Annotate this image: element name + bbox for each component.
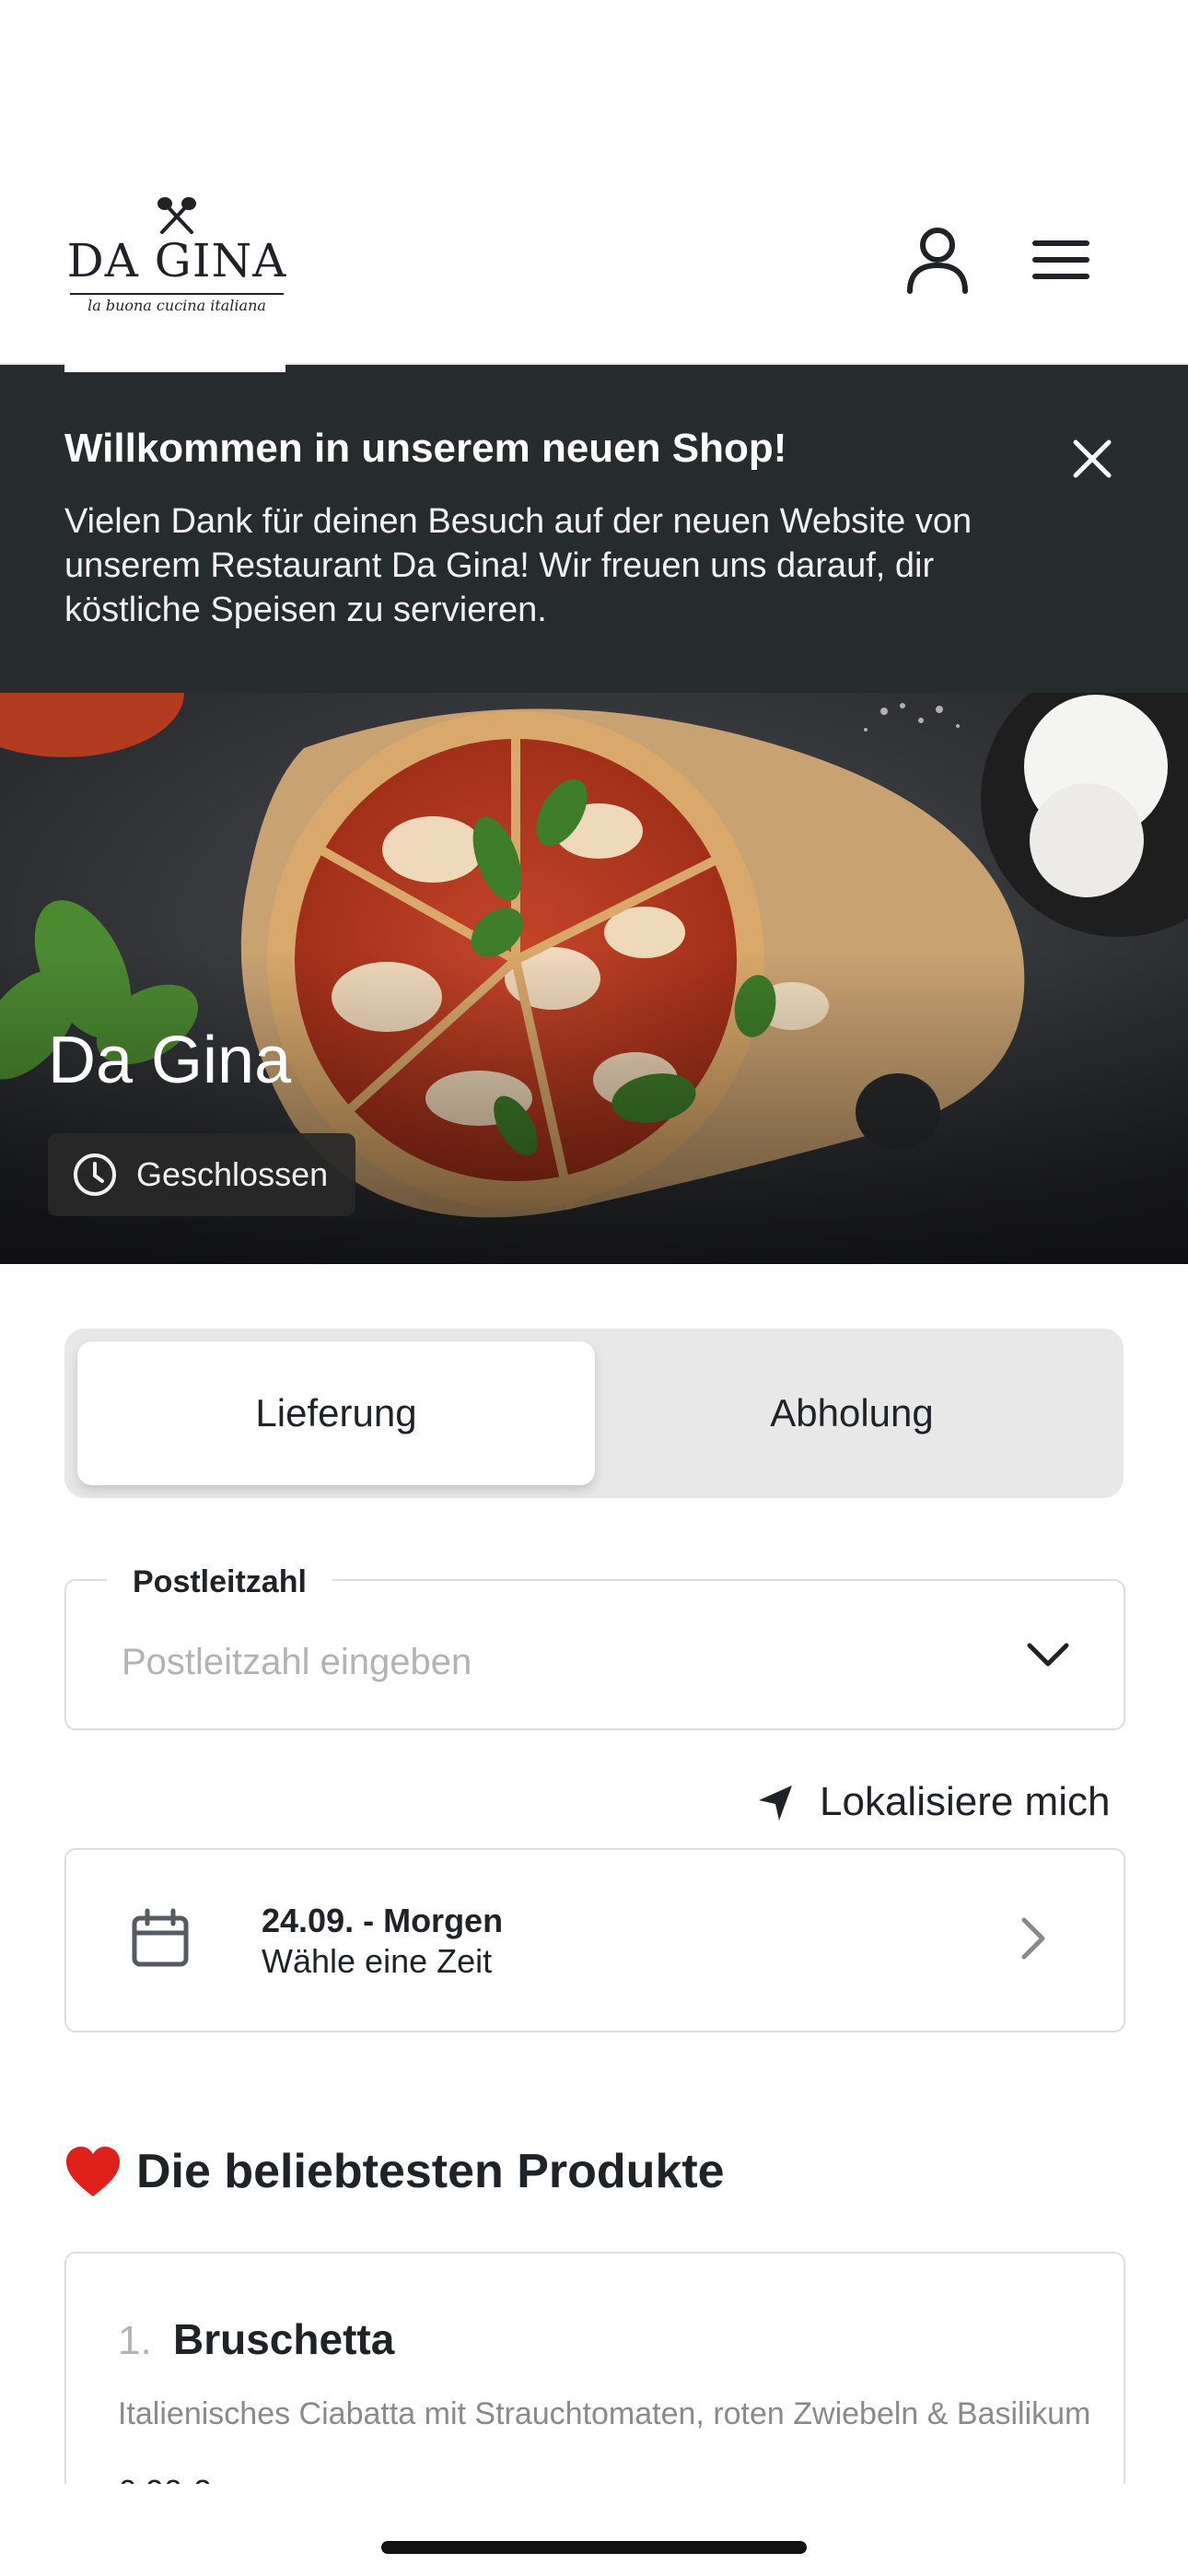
opening-status-label: Geschlossen [136,1155,329,1193]
order-mode-toggle: Lieferung Abholung [64,1329,1124,1498]
time-hint: Wähle eine Zeit [262,1942,493,1980]
pizza-peel-logo-icon [157,197,196,234]
postal-code-label: Postleitzahl [107,1564,332,1600]
delivery-time-selector[interactable]: 24.09. - Morgen Wähle eine Zeit [64,1848,1125,2032]
postal-code-input[interactable] [122,1633,950,1692]
popular-products-heading: Die beliebtesten Produkte [64,2139,725,2204]
logo-wordmark: DA GINA [66,234,287,287]
locate-me-label: Lokalisiere mich [820,1779,1111,1824]
close-icon [1073,439,1112,478]
logo-active-indicator [64,361,285,372]
tab-delivery[interactable]: Lieferung [77,1341,595,1485]
clock-icon [74,1153,116,1196]
hamburger-menu-icon [1032,240,1089,279]
postal-code-field[interactable]: Postleitzahl [64,1564,1125,1730]
welcome-banner: Willkommen in unserem neuen Shop! Vielen… [0,365,1188,693]
chevron-right-icon [1021,1917,1045,1960]
logo-tagline: la buona cucina italiana [87,297,266,314]
product-rank: 1. [118,2318,152,2363]
bottom-safe-area [0,2484,1188,2576]
banner-text: Vielen Dank für deinen Besuch auf der ne… [64,502,973,629]
banner-title: Willkommen in unserem neuen Shop! [64,426,787,471]
tab-pickup[interactable]: Abholung [593,1341,1111,1485]
restaurant-hero: Da Gina Geschlossen [0,693,1188,1264]
popular-products-title: Die beliebtesten Produkte [136,2145,725,2198]
account-button[interactable] [899,221,976,299]
heart-icon [66,2147,120,2196]
chevron-down-icon[interactable] [1020,1627,1076,1682]
menu-button[interactable] [1022,221,1100,299]
app-header: DA GINA la buona cucina italiana [0,0,1188,365]
location-arrow-icon [759,1786,792,1821]
logo[interactable]: DA GINA la buona cucina italiana [66,195,287,317]
restaurant-name: Da Gina [48,1024,292,1097]
calendar-icon [132,1908,189,1967]
home-indicator[interactable] [381,2541,807,2554]
logo-divider [70,293,284,295]
product-description: Italienisches Ciabatta mit Strauchtomate… [118,2396,1091,2431]
banner-close-button[interactable] [1059,426,1125,492]
product-name: Bruschetta [173,2315,395,2363]
user-icon [907,228,968,294]
opening-status-badge: Geschlossen [48,1133,356,1216]
selected-date: 24.09. - Morgen [262,1902,504,1939]
locate-me-button[interactable]: Lokalisiere mich [755,1774,1110,1830]
